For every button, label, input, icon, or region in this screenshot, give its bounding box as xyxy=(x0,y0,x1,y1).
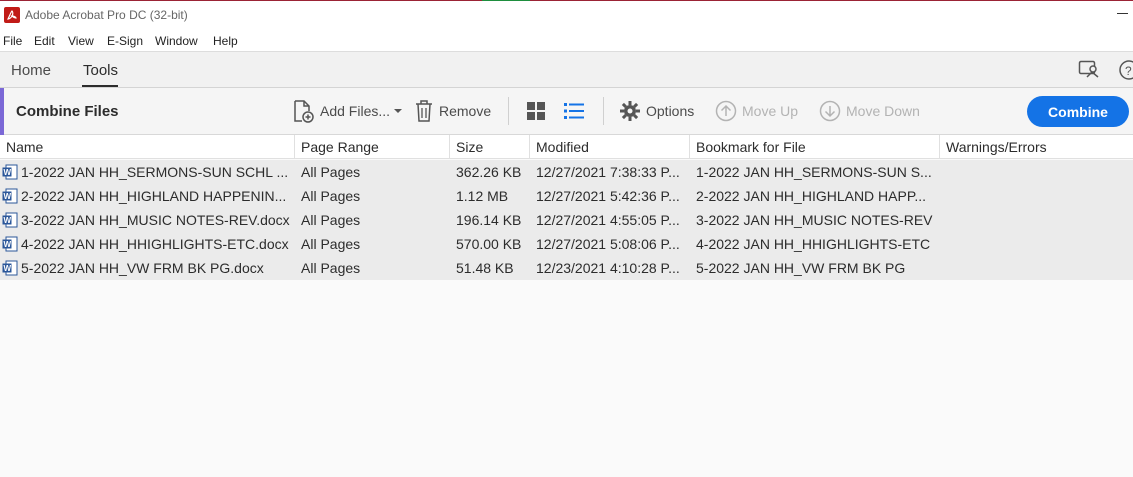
options-label: Options xyxy=(646,103,695,119)
word-document-icon: W xyxy=(2,212,18,228)
acrobat-logo-icon xyxy=(4,7,20,23)
add-files-label: Add Files... xyxy=(320,103,391,119)
cell-name: 2-2022 JAN HH_HIGHLAND HAPPENIN... xyxy=(21,188,287,204)
cell-page-range[interactable]: All Pages xyxy=(301,232,449,256)
svg-text:W: W xyxy=(4,192,12,201)
arrow-down-circle-icon xyxy=(819,100,841,122)
table-row[interactable]: W 5-2022 JAN HH_VW FRM BK PG.docx All Pa… xyxy=(0,256,1133,280)
menu-esign[interactable]: E-Sign xyxy=(107,34,143,48)
menu-help[interactable]: Help xyxy=(213,34,238,48)
combine-toolbar: Combine Files Add Files... Remove Option… xyxy=(0,88,1133,135)
menu-view[interactable]: View xyxy=(68,34,94,48)
table-row[interactable]: W 4-2022 JAN HH_HHIGHLIGHTS-ETC.docx All… xyxy=(0,232,1133,256)
empty-list-area[interactable] xyxy=(0,280,1133,477)
column-header-size[interactable]: Size xyxy=(450,135,530,159)
thumbnail-view-icon[interactable] xyxy=(525,100,547,122)
cell-bookmark[interactable]: 1-2022 JAN HH_SERMONS-SUN S... xyxy=(696,160,939,184)
list-view-icon[interactable] xyxy=(563,100,585,122)
move-up-button[interactable]: Move Up xyxy=(715,99,798,123)
svg-text:W: W xyxy=(4,168,12,177)
help-icon[interactable]: ? xyxy=(1118,60,1133,80)
cell-bookmark[interactable]: 3-2022 JAN HH_MUSIC NOTES-REV xyxy=(696,208,939,232)
cell-size: 362.26 KB xyxy=(456,164,522,180)
tab-home[interactable]: Home xyxy=(11,62,51,79)
menu-window[interactable]: Window xyxy=(155,34,198,48)
tab-tools[interactable]: Tools xyxy=(83,62,118,79)
title-bar: Adobe Acrobat Pro DC (32-bit) xyxy=(0,0,1133,31)
word-document-icon: W xyxy=(2,164,18,180)
gear-icon xyxy=(620,101,640,121)
cell-size: 196.14 KB xyxy=(456,212,522,228)
combine-button[interactable]: Combine xyxy=(1027,96,1129,127)
word-document-icon: W xyxy=(2,188,18,204)
minimize-button[interactable] xyxy=(1117,13,1128,14)
column-header-modified[interactable]: Modified xyxy=(530,135,690,159)
move-down-button[interactable]: Move Down xyxy=(819,99,920,123)
cell-modified: 12/27/2021 5:42:36 P... xyxy=(536,188,680,204)
title-bar-green-segment xyxy=(482,0,530,1)
column-header-bookmark[interactable]: Bookmark for File xyxy=(690,135,940,159)
table-row[interactable]: W 2-2022 JAN HH_HIGHLAND HAPPENIN... All… xyxy=(0,184,1133,208)
word-document-icon: W xyxy=(2,236,18,252)
svg-text:W: W xyxy=(4,264,12,273)
file-table-body: W 1-2022 JAN HH_SERMONS-SUN SCHL ... All… xyxy=(0,160,1133,280)
cell-page-range[interactable]: All Pages xyxy=(301,184,449,208)
menu-file[interactable]: File xyxy=(3,34,22,48)
cell-page-range[interactable]: All Pages xyxy=(301,208,449,232)
column-header-page-range[interactable]: Page Range xyxy=(295,135,450,159)
menu-edit[interactable]: Edit xyxy=(34,34,55,48)
active-tab-indicator xyxy=(82,85,118,87)
share-screen-icon[interactable] xyxy=(1078,60,1100,80)
cell-name: 3-2022 JAN HH_MUSIC NOTES-REV.docx xyxy=(21,212,290,228)
move-down-label: Move Down xyxy=(846,103,920,119)
svg-text:?: ? xyxy=(1125,64,1132,78)
table-row[interactable]: W 1-2022 JAN HH_SERMONS-SUN SCHL ... All… xyxy=(0,160,1133,184)
chevron-down-icon xyxy=(394,109,403,113)
cell-bookmark[interactable]: 5-2022 JAN HH_VW FRM BK PG xyxy=(696,256,939,280)
cell-name: 5-2022 JAN HH_VW FRM BK PG.docx xyxy=(21,260,264,276)
cell-warnings xyxy=(946,208,1132,232)
nav-bar: Home Tools ? xyxy=(0,51,1133,88)
toolbar-divider xyxy=(508,97,509,125)
cell-modified: 12/27/2021 4:55:05 P... xyxy=(536,212,680,228)
cell-bookmark[interactable]: 2-2022 JAN HH_HIGHLAND HAPP... xyxy=(696,184,939,208)
toolbar-title: Combine Files xyxy=(16,103,119,120)
cell-warnings xyxy=(946,256,1132,280)
file-table-header: Name Page Range Size Modified Bookmark f… xyxy=(0,135,1133,159)
cell-size: 1.12 MB xyxy=(456,188,509,204)
trash-icon xyxy=(416,100,432,122)
cell-warnings xyxy=(946,232,1132,256)
menu-bar: File Edit View E-Sign Window Help xyxy=(0,31,1133,51)
cell-warnings xyxy=(946,184,1132,208)
column-header-warnings[interactable]: Warnings/Errors xyxy=(940,135,1133,159)
title-bar-accent-line xyxy=(0,0,1133,1)
add-file-icon xyxy=(294,100,314,123)
move-up-label: Move Up xyxy=(742,103,799,119)
cell-name: 4-2022 JAN HH_HHIGHLIGHTS-ETC.docx xyxy=(21,236,289,252)
remove-label: Remove xyxy=(439,103,492,119)
toolbar-accent-bar xyxy=(0,88,4,135)
arrow-up-circle-icon xyxy=(715,100,737,122)
table-row[interactable]: W 3-2022 JAN HH_MUSIC NOTES-REV.docx All… xyxy=(0,208,1133,232)
cell-warnings xyxy=(946,160,1132,184)
cell-size: 51.48 KB xyxy=(456,260,514,276)
remove-button[interactable]: Remove xyxy=(414,99,491,123)
cell-page-range[interactable]: All Pages xyxy=(301,256,449,280)
window-title: Adobe Acrobat Pro DC (32-bit) xyxy=(25,8,188,22)
cell-name: 1-2022 JAN HH_SERMONS-SUN SCHL ... xyxy=(21,164,289,180)
svg-text:W: W xyxy=(4,240,12,249)
cell-bookmark[interactable]: 4-2022 JAN HH_HHIGHLIGHTS-ETC xyxy=(696,232,939,256)
cell-modified: 12/27/2021 5:08:06 P... xyxy=(536,236,680,252)
column-header-name[interactable]: Name xyxy=(0,135,295,159)
toolbar-divider xyxy=(603,97,604,125)
add-files-button[interactable]: Add Files... xyxy=(291,99,408,123)
cell-modified: 12/27/2021 7:38:33 P... xyxy=(536,164,680,180)
cell-size: 570.00 KB xyxy=(456,236,522,252)
svg-text:W: W xyxy=(4,216,12,225)
cell-modified: 12/23/2021 4:10:28 P... xyxy=(536,260,680,276)
word-document-icon: W xyxy=(2,260,18,276)
options-button[interactable]: Options xyxy=(619,99,694,123)
cell-page-range[interactable]: All Pages xyxy=(301,160,449,184)
